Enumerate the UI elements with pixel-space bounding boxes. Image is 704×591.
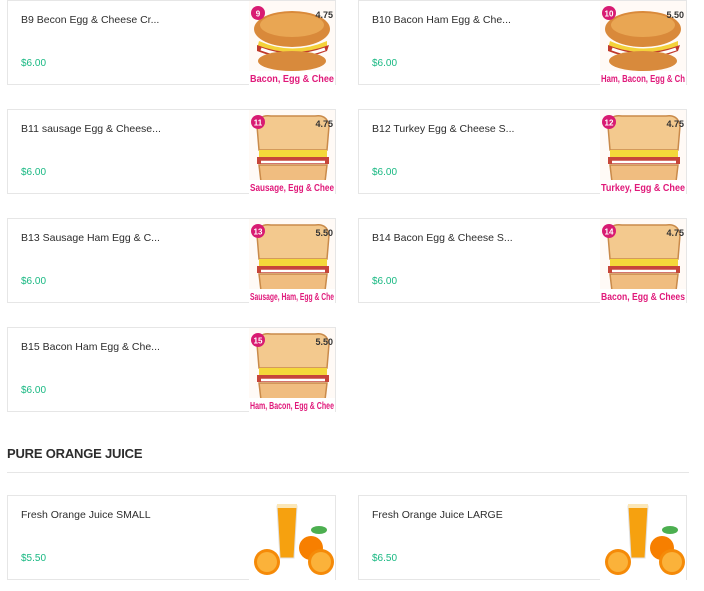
item-name: B9 Becon Egg & Cheese Cr... — [21, 14, 160, 26]
svg-text:Ham, Bacon, Egg & Ch: Ham, Bacon, Egg & Ch — [601, 74, 685, 85]
item-price: $6.00 — [372, 58, 398, 69]
svg-text:5.50: 5.50 — [315, 337, 333, 347]
svg-text:Ham, Bacon, Egg & Chee: Ham, Bacon, Egg & Chee — [250, 401, 334, 412]
item-photo: 10 5.50 Ham, Bacon, Egg & Ch — [600, 1, 686, 86]
item-price: $6.00 — [21, 385, 47, 396]
svg-text:Bacon, Egg & Chees: Bacon, Egg & Chees — [601, 292, 685, 303]
svg-text:15: 15 — [254, 337, 263, 346]
item-name: B14 Bacon Egg & Cheese S... — [372, 232, 513, 244]
menu-item-card[interactable]: B9 Becon Egg & Cheese Cr... $6.00 9 4.75 B… — [7, 0, 336, 86]
item-photo: 14 4.75 Bacon, Egg & Chees — [600, 219, 686, 304]
item-price: $6.50 — [372, 553, 398, 564]
item-name: B13 Sausage Ham Egg & C... — [21, 232, 160, 244]
svg-text:9: 9 — [256, 10, 261, 19]
menu-item-card[interactable]: B15 Bacon Ham Egg & Che... $6.00 15 5.50 H… — [7, 327, 336, 413]
item-name: Fresh Orange Juice SMALL — [21, 509, 151, 521]
menu-item-card[interactable]: B13 Sausage Ham Egg & C... $6.00 13 5.50 S… — [7, 218, 336, 304]
item-price: $5.50 — [21, 553, 47, 564]
svg-text:4.75: 4.75 — [666, 228, 684, 238]
item-photo — [600, 496, 686, 581]
item-name: B15 Bacon Ham Egg & Che... — [21, 341, 160, 353]
svg-text:Turkey, Egg & Chee: Turkey, Egg & Chee — [601, 183, 685, 194]
item-price: $6.00 — [372, 276, 398, 287]
menu-item-card[interactable]: B11 sausage Egg & Cheese... $6.00 11 4.75… — [7, 109, 336, 195]
svg-text:4.75: 4.75 — [666, 119, 684, 129]
svg-text:Sausage, Ham, Egg & Che: Sausage, Ham, Egg & Che — [250, 292, 334, 303]
menu-item-card[interactable]: Fresh Orange Juice LARGE $6.50 — [358, 495, 687, 581]
item-photo: 15 5.50 Ham, Bacon, Egg & Chee — [249, 328, 335, 413]
item-photo — [249, 496, 335, 581]
item-photo: 11 4.75 Sausage, Egg & Chee — [249, 110, 335, 195]
item-name: Fresh Orange Juice LARGE — [372, 509, 503, 521]
menu-item-card[interactable]: B10 Bacon Ham Egg & Che... $6.00 10 5.50 H… — [358, 0, 687, 86]
svg-text:14: 14 — [605, 228, 614, 237]
svg-text:4.75: 4.75 — [315, 10, 333, 20]
item-photo: 9 4.75 Bacon, Egg & Chee — [249, 1, 335, 86]
menu-item-card[interactable]: B12 Turkey Egg & Cheese S... $6.00 12 4.7… — [358, 109, 687, 195]
item-photo: 12 4.75 Turkey, Egg & Chee — [600, 110, 686, 195]
svg-text:12: 12 — [605, 119, 614, 128]
svg-text:4.75: 4.75 — [315, 119, 333, 129]
svg-text:11: 11 — [254, 119, 263, 128]
item-photo: 13 5.50 Sausage, Ham, Egg & Che — [249, 219, 335, 304]
svg-text:Bacon, Egg & Chee: Bacon, Egg & Chee — [250, 74, 334, 85]
svg-text:Sausage, Egg & Chee: Sausage, Egg & Chee — [250, 183, 334, 194]
section-title: PURE ORANGE JUICE — [7, 446, 143, 461]
item-name: B12 Turkey Egg & Cheese S... — [372, 123, 515, 135]
item-price: $6.00 — [372, 167, 398, 178]
item-name: B10 Bacon Ham Egg & Che... — [372, 14, 511, 26]
svg-text:5.50: 5.50 — [666, 10, 684, 20]
item-name: B11 sausage Egg & Cheese... — [21, 123, 161, 135]
menu-item-card[interactable]: B14 Bacon Egg & Cheese S... $6.00 14 4.75… — [358, 218, 687, 304]
item-price: $6.00 — [21, 58, 47, 69]
item-price: $6.00 — [21, 276, 47, 287]
svg-text:10: 10 — [605, 10, 614, 19]
item-price: $6.00 — [21, 167, 47, 178]
svg-text:13: 13 — [254, 228, 263, 237]
svg-text:5.50: 5.50 — [315, 228, 333, 238]
section-divider — [7, 472, 689, 473]
menu-item-card[interactable]: Fresh Orange Juice SMALL $5.50 — [7, 495, 336, 581]
